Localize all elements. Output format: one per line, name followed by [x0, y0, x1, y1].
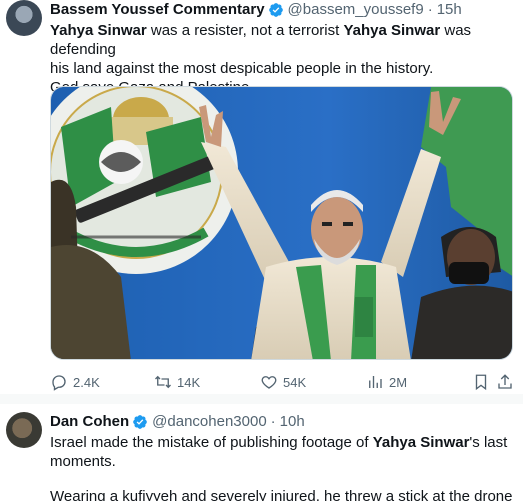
entity-highlight: Yahya Sinwar	[372, 434, 470, 451]
bookmark-button[interactable]	[472, 372, 495, 392]
separator-dot: ·	[270, 413, 276, 430]
avatar[interactable]	[6, 0, 42, 36]
tweet-line: Yahya Sinwar was a resister, not a terro…	[50, 21, 515, 59]
tweet-header: Bassem Youssef Commentary @bassem_yousse…	[50, 1, 462, 19]
tweet-text: Israel made the mistake of publishing fo…	[50, 433, 515, 471]
like-icon	[261, 376, 277, 389]
tweet-timestamp[interactable]: 15h	[437, 1, 462, 19]
text-run: was a resister, not a terrorist	[146, 22, 344, 39]
views-count: 2M	[389, 374, 408, 390]
reply-button[interactable]: 2.4K	[50, 372, 100, 392]
reply-count: 2.4K	[73, 374, 100, 390]
separator-dot: ·	[427, 1, 433, 18]
share-icon	[498, 374, 512, 389]
retweet-icon	[155, 375, 171, 389]
views-button[interactable]: 2M	[366, 372, 407, 392]
author-name[interactable]: Dan Cohen	[50, 413, 129, 431]
avatar[interactable]	[6, 412, 42, 448]
tweet-line: Israel made the mistake of publishing fo…	[50, 433, 515, 452]
author-handle[interactable]: @dancohen3000	[152, 413, 267, 431]
like-button[interactable]: 54K	[260, 372, 306, 392]
verified-icon	[268, 3, 283, 17]
views-icon	[369, 376, 382, 388]
retweet-button[interactable]: 14K	[154, 372, 200, 392]
verified-icon	[133, 415, 148, 429]
like-count: 54K	[283, 374, 307, 390]
text-run: moments.	[50, 453, 116, 470]
reply-icon	[52, 375, 66, 391]
photo-illustration	[51, 87, 512, 359]
tweet-header: Dan Cohen @dancohen3000 · 10h	[50, 413, 305, 431]
text-run: 's last	[469, 434, 508, 451]
text-run: Israel made the mistake of publishing fo…	[50, 434, 373, 451]
author-name[interactable]: Bassem Youssef Commentary	[50, 1, 265, 19]
tweet-photo[interactable]	[50, 86, 513, 360]
retweet-count: 14K	[177, 374, 201, 390]
text-run: his land against the most despicable peo…	[50, 60, 434, 77]
entity-highlight: Yahya Sinwar	[50, 22, 147, 39]
entity-highlight: Yahya Sinwar	[343, 22, 441, 39]
bookmark-icon	[475, 374, 487, 391]
tweet-actions: 2.4K 14K 54K 2M	[50, 372, 515, 392]
tweet-line: moments.	[50, 452, 515, 471]
tweet-timestamp[interactable]: 10h	[280, 413, 305, 431]
tweet-line: his land against the most despicable peo…	[50, 59, 515, 78]
author-handle[interactable]: @bassem_youssef9	[288, 1, 424, 19]
tweet-text-continued: Wearing a kufiyyeh and severely injured,…	[50, 488, 513, 501]
share-button[interactable]	[496, 372, 519, 392]
